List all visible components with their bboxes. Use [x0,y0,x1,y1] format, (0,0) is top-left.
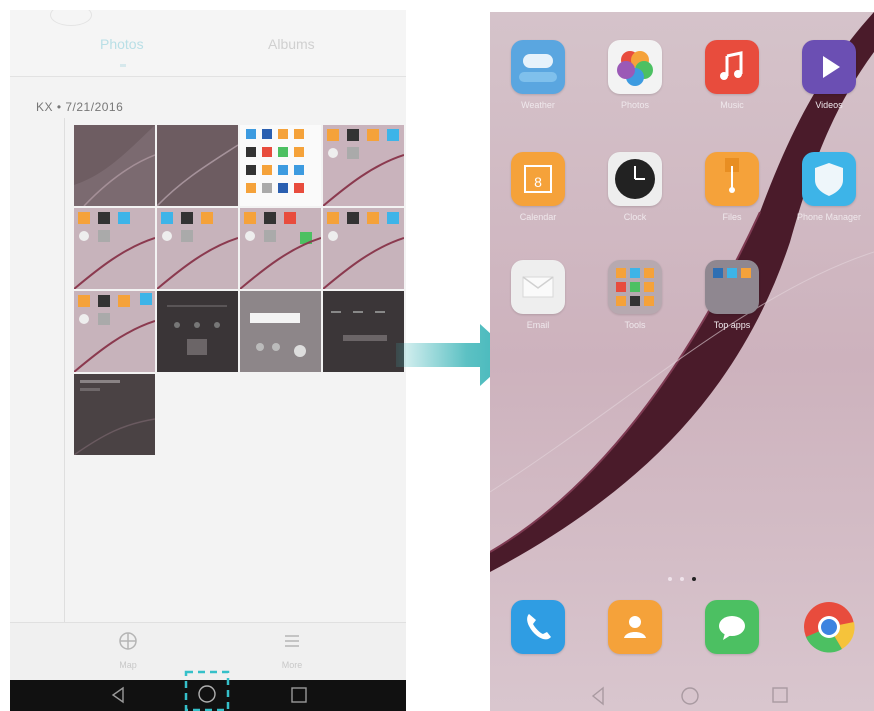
gallery-tab-bar: Photos Albums [10,10,406,77]
app-top-apps-folder[interactable]: Top apps [687,260,777,330]
back-icon[interactable] [591,686,604,706]
date-header: KX • 7/21/2016 [36,100,124,114]
home-icon[interactable] [184,670,230,711]
email-envelope-icon [511,260,565,314]
files-icon [705,152,759,206]
recents-icon[interactable] [772,687,788,703]
contacts-icon [608,600,662,654]
app-label: Calendar [519,212,557,222]
timeline-line [64,118,65,626]
message-bubble-icon [705,600,759,654]
svg-text:8: 8 [534,174,542,190]
app-clock[interactable]: Clock [590,152,680,222]
app-photos[interactable]: Photos [590,40,680,110]
tab-photos[interactable]: Photos [100,36,144,52]
app-videos[interactable]: Videos [784,40,874,110]
app-label: Email [526,320,550,330]
back-icon[interactable] [110,686,126,704]
photo-thumbnail[interactable] [74,374,155,455]
folder-icon [705,260,759,314]
folder-icon [608,260,662,314]
gallery-screen: Photos Albums KX • 7/21/2016 Map More [10,10,406,711]
weather-icon [511,40,565,94]
app-email[interactable]: Email [493,260,583,330]
app-label: Music [720,100,744,110]
photo-thumbnail[interactable] [240,291,321,372]
page-indicator [668,577,708,585]
app-label: Photos [620,100,650,110]
photo-grid [74,125,406,485]
app-music[interactable]: Music [687,40,777,110]
photo-thumbnail[interactable] [240,125,321,206]
photos-icon [608,40,662,94]
more-label: More [281,660,303,670]
app-tools-folder[interactable]: Tools [590,260,680,330]
photo-thumbnail[interactable] [157,208,238,289]
map-label: Map [119,660,137,670]
app-label: Top apps [713,320,751,330]
photo-thumbnail[interactable] [323,291,404,372]
phone-handset-icon [511,600,565,654]
clock-icon [608,152,662,206]
tab-albums[interactable]: Albums [268,36,315,52]
photo-thumbnail[interactable] [74,208,155,289]
status-decoration [50,10,92,26]
page-dot-active [692,577,696,581]
photo-thumbnail[interactable] [74,125,155,206]
dock-chrome[interactable] [784,600,874,654]
chrome-icon [802,600,856,654]
page-dot [680,577,684,581]
app-label: Tools [624,320,646,330]
app-label: Videos [815,100,843,110]
tab-indicator [120,64,126,67]
calendar-icon: 8 [511,152,565,206]
music-note-icon [705,40,759,94]
home-screen: Weather Photos Music Videos 8 Calendar C… [490,12,874,711]
app-label: Phone Manager [796,212,862,222]
navigation-bar [10,670,406,711]
navigation-bar [591,686,788,706]
app-weather[interactable]: Weather [493,40,583,110]
map-button[interactable]: Map [98,629,158,670]
home-icon[interactable] [681,687,699,705]
photo-thumbnail[interactable] [74,291,155,372]
app-label: Files [722,212,742,222]
app-calendar[interactable]: 8 Calendar [493,152,583,222]
page-dot [668,577,672,581]
map-icon [119,632,137,650]
play-icon [802,40,856,94]
photo-thumbnail[interactable] [157,125,238,206]
shield-icon [802,152,856,206]
more-button[interactable]: More [262,629,322,670]
photo-thumbnail[interactable] [240,208,321,289]
photo-thumbnail[interactable] [157,291,238,372]
app-phone-manager[interactable]: Phone Manager [784,152,874,222]
dock-contacts[interactable] [590,600,680,654]
photo-thumbnail[interactable] [323,208,404,289]
recents-icon[interactable] [290,686,308,704]
menu-icon [285,635,299,647]
home-highlight-box [184,670,230,711]
app-files[interactable]: Files [687,152,777,222]
app-label: Weather [521,100,555,110]
dock-dialer[interactable] [493,600,583,654]
photo-thumbnail[interactable] [323,125,404,206]
app-label: Clock [623,212,647,222]
dock-messaging[interactable] [687,600,777,654]
